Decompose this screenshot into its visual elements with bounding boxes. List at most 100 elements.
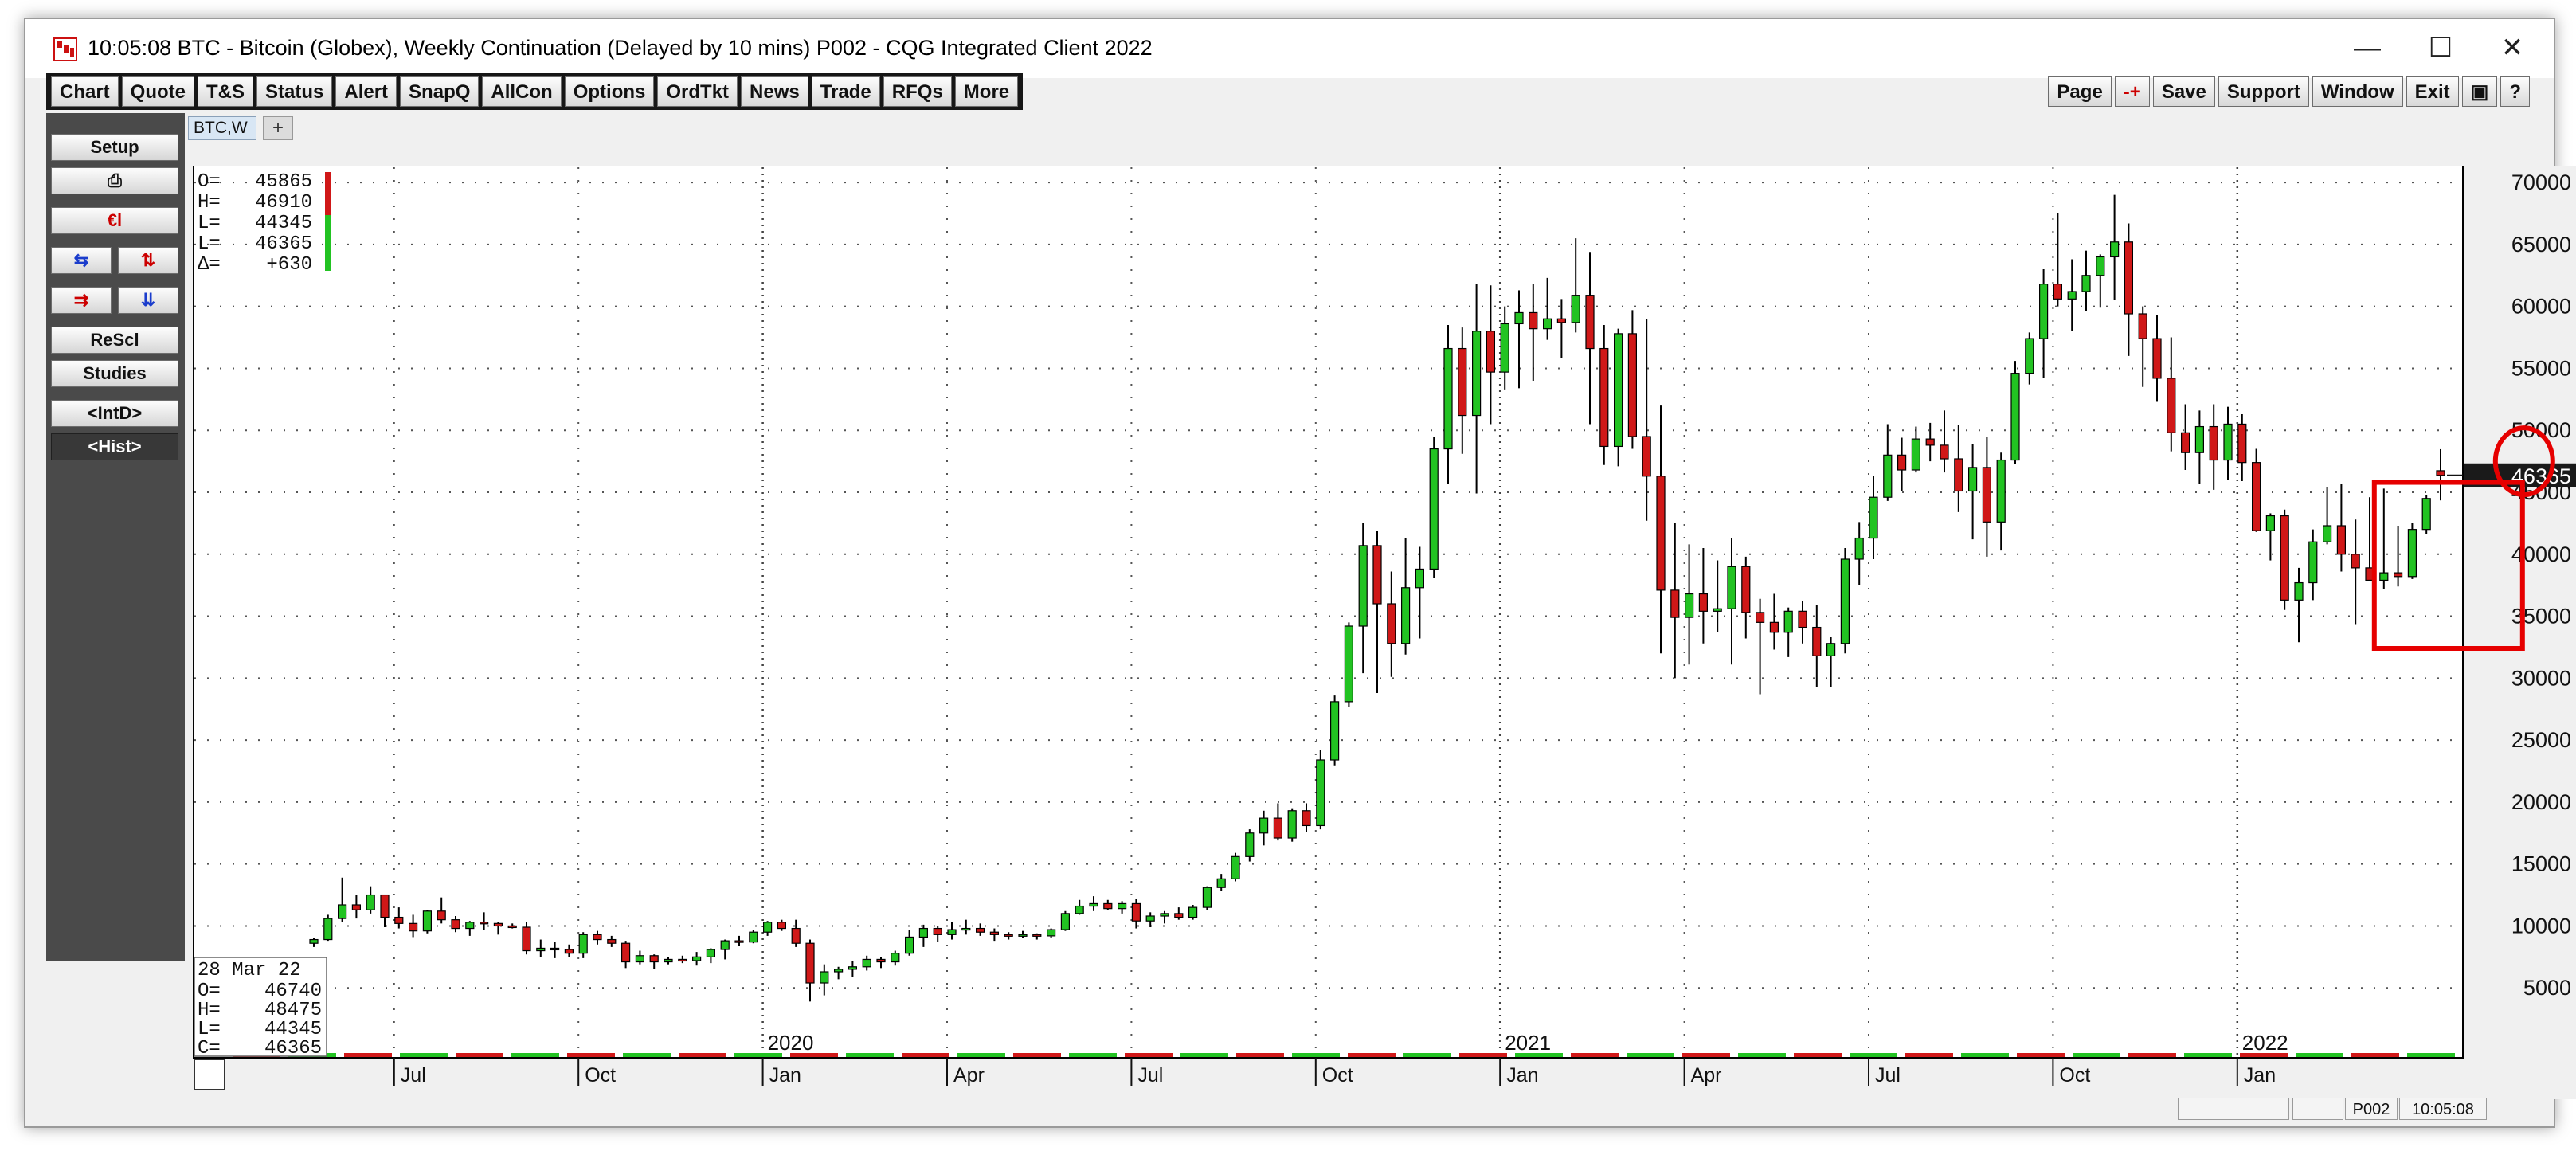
candle-body [1032, 934, 1042, 937]
candle-body [465, 922, 475, 930]
candle-body [2053, 284, 2062, 300]
session-strip [567, 1053, 615, 1057]
setup-button[interactable]: Setup [51, 134, 178, 161]
candle-body [918, 927, 929, 938]
candle-body [1556, 318, 1567, 323]
status-time: 10:05:08 [2399, 1098, 2487, 1120]
candle-body [1458, 347, 1467, 417]
candle-body [2265, 515, 2275, 531]
y-tick-label: 10000 [2511, 914, 2571, 938]
month-label: Oct [1322, 1064, 1353, 1086]
candle-body [1670, 589, 1680, 618]
candle-body [891, 953, 900, 963]
session-strip [846, 1053, 894, 1057]
menu-ordtkt-button[interactable]: OrdTkt [657, 76, 738, 107]
candle-body [1713, 608, 1722, 612]
y-tick-label: 65000 [2511, 233, 2571, 256]
candle-body [1727, 566, 1736, 609]
candle-body [1131, 902, 1141, 922]
candle-body [2379, 572, 2389, 581]
menu-help-button[interactable]: ? [2500, 76, 2530, 107]
session-strip [957, 1053, 1005, 1057]
candle-body [1103, 902, 1113, 910]
menu-quote-button[interactable]: Quote [121, 76, 194, 107]
menu-chart-button[interactable]: Chart [51, 76, 119, 107]
month-label: Jan [769, 1064, 801, 1086]
window-title: 10:05:08 BTC - Bitcoin (Globex), Weekly … [88, 36, 1153, 60]
rescale-button[interactable]: ReScl [51, 327, 178, 354]
maximize-button[interactable]: ☐ [2402, 19, 2479, 76]
historical-button[interactable]: <Hist> [51, 433, 178, 460]
menu-window-button[interactable]: Window [2312, 76, 2403, 107]
candle-body [309, 938, 319, 944]
candle-body [1372, 545, 1382, 605]
add-tab-button[interactable]: + [263, 116, 293, 140]
menu-right-group: Page -+ Save Support Window Exit ▣? [2048, 76, 2530, 108]
candle-body [1316, 759, 1325, 827]
candle-body [1287, 810, 1297, 839]
menu-more-button[interactable]: More [954, 76, 1019, 107]
candle-body [1613, 333, 1623, 448]
grid-button[interactable]: ⇉ [51, 287, 112, 314]
tab-btc-weekly[interactable]: BTC,W [188, 116, 256, 140]
menu-alert-button[interactable]: Alert [335, 76, 397, 107]
candle-body [351, 904, 361, 910]
candle-body [1514, 311, 1524, 325]
candle-body [706, 949, 716, 957]
candle-body [593, 934, 602, 941]
menu-trade-button[interactable]: Trade [811, 76, 880, 107]
menu-save-button[interactable]: Save [2152, 76, 2215, 107]
menu-page-button[interactable]: Page [2048, 76, 2112, 107]
minimize-button[interactable]: — [2329, 19, 2406, 76]
candle-body [1656, 476, 1666, 591]
grid-alt-button[interactable]: ⇊ [118, 287, 178, 314]
intraday-button[interactable]: <IntD> [51, 400, 178, 427]
month-label: Oct [2059, 1064, 2090, 1086]
candle-body [1542, 318, 1552, 330]
menu-allcon-button[interactable]: AllCon [482, 76, 562, 107]
month-label: Jan [1506, 1064, 1538, 1086]
swap-horizontal-button[interactable]: ⇆ [51, 247, 112, 274]
menu-rfqs-button[interactable]: RFQs [883, 76, 952, 107]
bottom-box-label: H= [198, 1000, 221, 1021]
candle-body [720, 940, 730, 950]
candle-body [1869, 496, 1878, 539]
candle-body [1741, 566, 1751, 613]
candle-body [1798, 610, 1807, 628]
session-strip [1013, 1053, 1061, 1057]
candle-body [422, 910, 432, 932]
candle-body [1302, 810, 1311, 827]
menu-restore-button[interactable]: ▣ [2461, 76, 2498, 107]
menu-options-button[interactable]: Options [564, 76, 655, 107]
candle-body [678, 958, 687, 962]
candle-body [2407, 529, 2417, 578]
candle-body [1160, 913, 1169, 917]
candle-body [2039, 284, 2049, 339]
candle-body [2025, 338, 2034, 374]
session-strip [344, 1053, 392, 1057]
candle-body [1060, 913, 1071, 930]
close-button[interactable]: ✕ [2474, 19, 2551, 76]
menu-bar: Chart Quote T&S Status Alert SnapQ AllCon Optio… [46, 73, 2530, 110]
chart-panel[interactable]: 5000100001500020000250003000035000400004… [193, 166, 2576, 1099]
candle-body [1329, 701, 1340, 761]
menu-support-button[interactable]: Support [2218, 76, 2309, 107]
euro-button[interactable]: €l [51, 207, 178, 234]
menu-snapq-button[interactable]: SnapQ [400, 76, 480, 107]
studies-button[interactable]: Studies [51, 360, 178, 387]
print-button[interactable]: ⎙ [51, 167, 178, 194]
candle-body [1529, 311, 1538, 330]
candle-body [791, 927, 801, 944]
menu-ts-button[interactable]: T&S [198, 76, 253, 107]
candle-body [2323, 525, 2332, 542]
menu-status-button[interactable]: Status [256, 76, 333, 107]
candle-body [1216, 878, 1226, 888]
swap-vertical-button[interactable]: ⇅ [118, 247, 178, 274]
candle-body [2280, 515, 2289, 601]
menu-plus-minus-button[interactable]: -+ [2114, 76, 2150, 107]
candle-body [550, 947, 560, 951]
candle-body [2110, 241, 2120, 258]
candle-body [1259, 817, 1269, 834]
menu-exit-button[interactable]: Exit [2406, 76, 2459, 107]
menu-news-button[interactable]: News [741, 76, 808, 107]
